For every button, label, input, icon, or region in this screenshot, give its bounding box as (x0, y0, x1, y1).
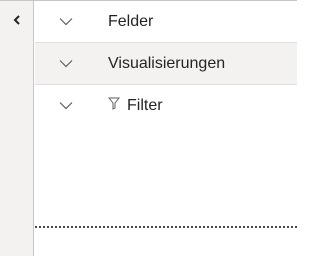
filter-drop-zone[interactable] (35, 128, 297, 226)
section-label-visualisierungen: Visualisierungen (108, 55, 226, 72)
section-visualisierungen[interactable]: Visualisierungen (35, 43, 297, 85)
dotted-separator (35, 226, 297, 228)
section-filter[interactable]: Filter (35, 85, 297, 127)
chevron-down-icon[interactable] (59, 59, 73, 68)
chevron-down-icon[interactable] (59, 101, 73, 110)
collapsed-pane-rail (0, 1, 34, 256)
pane-sections: Felder Visualisierungen Filter (35, 1, 297, 127)
expand-pane-button[interactable] (8, 11, 26, 29)
filter-icon (108, 97, 120, 110)
chevron-down-icon[interactable] (59, 17, 73, 26)
section-felder[interactable]: Felder (35, 1, 297, 43)
section-label-filter: Filter (127, 97, 163, 114)
chevron-left-icon (13, 15, 21, 25)
section-label-felder: Felder (108, 13, 154, 30)
